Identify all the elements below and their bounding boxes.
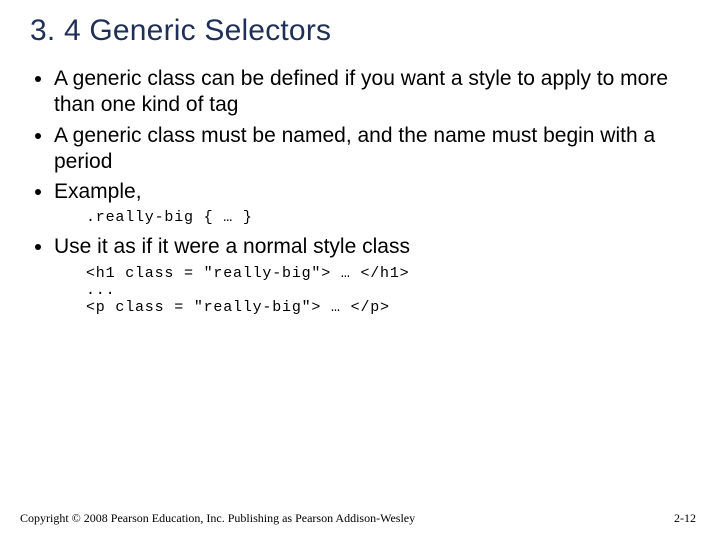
page-number: 2-12 (674, 511, 696, 526)
bullet-item: Use it as if it were a normal style clas… (54, 234, 692, 260)
bullet-list: A generic class can be defined if you wa… (36, 66, 692, 205)
code-example-2: <h1 class = "really-big"> … </h1> ... <p… (86, 265, 692, 316)
slide: 3. 4 Generic Selectors A generic class c… (0, 0, 720, 540)
slide-title: 3. 4 Generic Selectors (30, 14, 692, 48)
bullet-item: A generic class must be named, and the n… (54, 123, 692, 176)
copyright-footer: Copyright © 2008 Pearson Education, Inc.… (20, 511, 415, 526)
bullet-item: Example, (54, 179, 692, 205)
code-example-1: .really-big { … } (86, 209, 692, 226)
bullet-item: A generic class can be defined if you wa… (54, 66, 692, 119)
bullet-list-2: Use it as if it were a normal style clas… (36, 234, 692, 260)
